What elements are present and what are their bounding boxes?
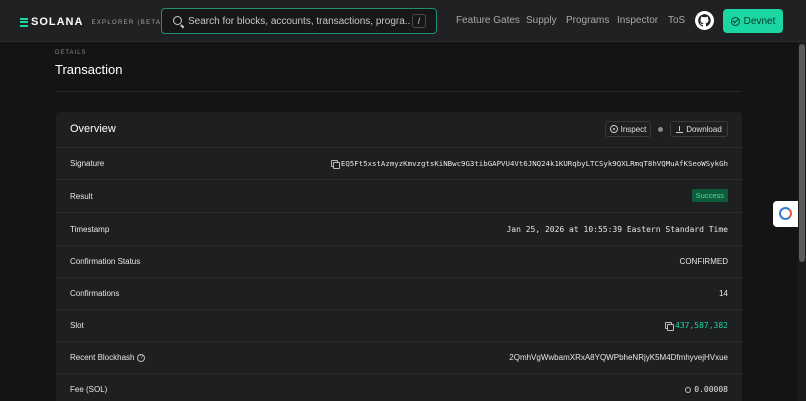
nav-link-feature-gates[interactable]: Feature Gates (456, 15, 520, 26)
inspect-button-label: Inspect (620, 124, 647, 134)
row-label: Signature (70, 159, 105, 168)
search-input[interactable] (188, 13, 410, 29)
refresh-icon (779, 207, 792, 220)
row-label: Recent Blockhash ? (70, 353, 146, 362)
row-label: Fee (SOL) (70, 385, 108, 394)
confirmations-value: 14 (719, 289, 728, 298)
help-icon[interactable]: ? (137, 353, 146, 362)
inspect-icon (609, 125, 618, 133)
row-fee: Fee (SOL) 0.00008 (56, 374, 742, 401)
floating-widget[interactable] (773, 201, 798, 227)
row-label: Timestamp (70, 225, 110, 234)
search-box[interactable]: / (161, 8, 437, 34)
logo-text: SOLANA (31, 16, 84, 28)
copy-icon[interactable] (665, 322, 675, 331)
status-dot (658, 127, 663, 132)
page-scrollbar[interactable] (798, 42, 806, 401)
download-button-label: Download (686, 124, 722, 134)
github-icon[interactable] (695, 11, 714, 30)
row-confirmations: Confirmations 14 (56, 278, 742, 310)
page-eyebrow: DETAILS (55, 50, 87, 56)
fee-value: 0.00008 (685, 385, 728, 394)
result-value: Success (691, 189, 728, 202)
download-button[interactable]: Download (670, 121, 728, 137)
nav-link-tos[interactable]: ToS (668, 15, 685, 26)
search-shortcut-key: / (412, 14, 426, 28)
inspect-button[interactable]: Inspect (605, 121, 651, 137)
status-badge: Success (691, 189, 728, 202)
overview-title: Overview (70, 123, 116, 135)
sol-icon (685, 386, 692, 393)
row-slot: Slot 437,587,382 (56, 310, 742, 342)
row-signature: Signature EQ5Ft5xstAzmyzKmvzgtsKiNBwc9G3… (56, 148, 742, 180)
cluster-button-label: Devnet (743, 15, 776, 27)
overview-card: Overview Inspect Download Signature EQ5F… (56, 112, 742, 401)
timestamp-value: Jan 25, 2026 at 10:55:39 Eastern Standar… (506, 225, 728, 234)
row-recent-blockhash: Recent Blockhash ? 2QmhVgWwbamXRxA8YQWPb… (56, 342, 742, 374)
copy-icon[interactable] (330, 160, 340, 169)
nav-link-supply[interactable]: Supply (526, 15, 557, 26)
slot-value: 437,587,382 (665, 321, 728, 331)
logo-subtitle: EXPLORER (BETA) (91, 19, 165, 26)
recent-blockhash-value: 2QmhVgWwbamXRxA8YQWPbheNRjyK5M4DfmhyvejH… (509, 353, 728, 362)
top-navbar: SOLANA EXPLORER (BETA) / Feature Gates S… (0, 0, 806, 42)
cluster-devnet-button[interactable]: Devnet (723, 9, 783, 33)
row-label: Confirmations (70, 289, 120, 298)
download-icon (676, 125, 684, 133)
solana-mark-icon (20, 17, 28, 27)
fee-text: 0.00008 (694, 385, 728, 394)
row-result: Result Success (56, 181, 742, 213)
nav-link-programs[interactable]: Programs (566, 15, 609, 26)
confirmation-status-value: CONFIRMED (679, 257, 728, 266)
search-icon (173, 16, 182, 25)
overview-card-header: Overview Inspect Download (56, 112, 742, 148)
slot-link[interactable]: 437,587,382 (675, 321, 728, 330)
solana-logo[interactable]: SOLANA EXPLORER (BETA) (20, 15, 165, 29)
signature-text[interactable]: EQ5Ft5xstAzmyzKmvzgtsKiNBwc9G3tibGAPVU4V… (341, 159, 728, 168)
check-circle-icon (730, 16, 740, 26)
row-label: Confirmation Status (70, 257, 141, 266)
row-label: Result (70, 192, 93, 201)
row-confirmation-status: Confirmation Status CONFIRMED (56, 246, 742, 278)
signature-value: EQ5Ft5xstAzmyzKmvzgtsKiNBwc9G3tibGAPVU4V… (330, 159, 728, 169)
recent-blockhash-label: Recent Blockhash (70, 353, 135, 362)
row-label: Slot (70, 321, 84, 330)
scrollbar-thumb[interactable] (799, 44, 805, 262)
nav-link-inspector[interactable]: Inspector (617, 15, 658, 26)
page-title: Transaction (55, 62, 123, 77)
header-divider (55, 91, 741, 92)
row-timestamp: Timestamp Jan 25, 2026 at 10:55:39 Easte… (56, 214, 742, 246)
